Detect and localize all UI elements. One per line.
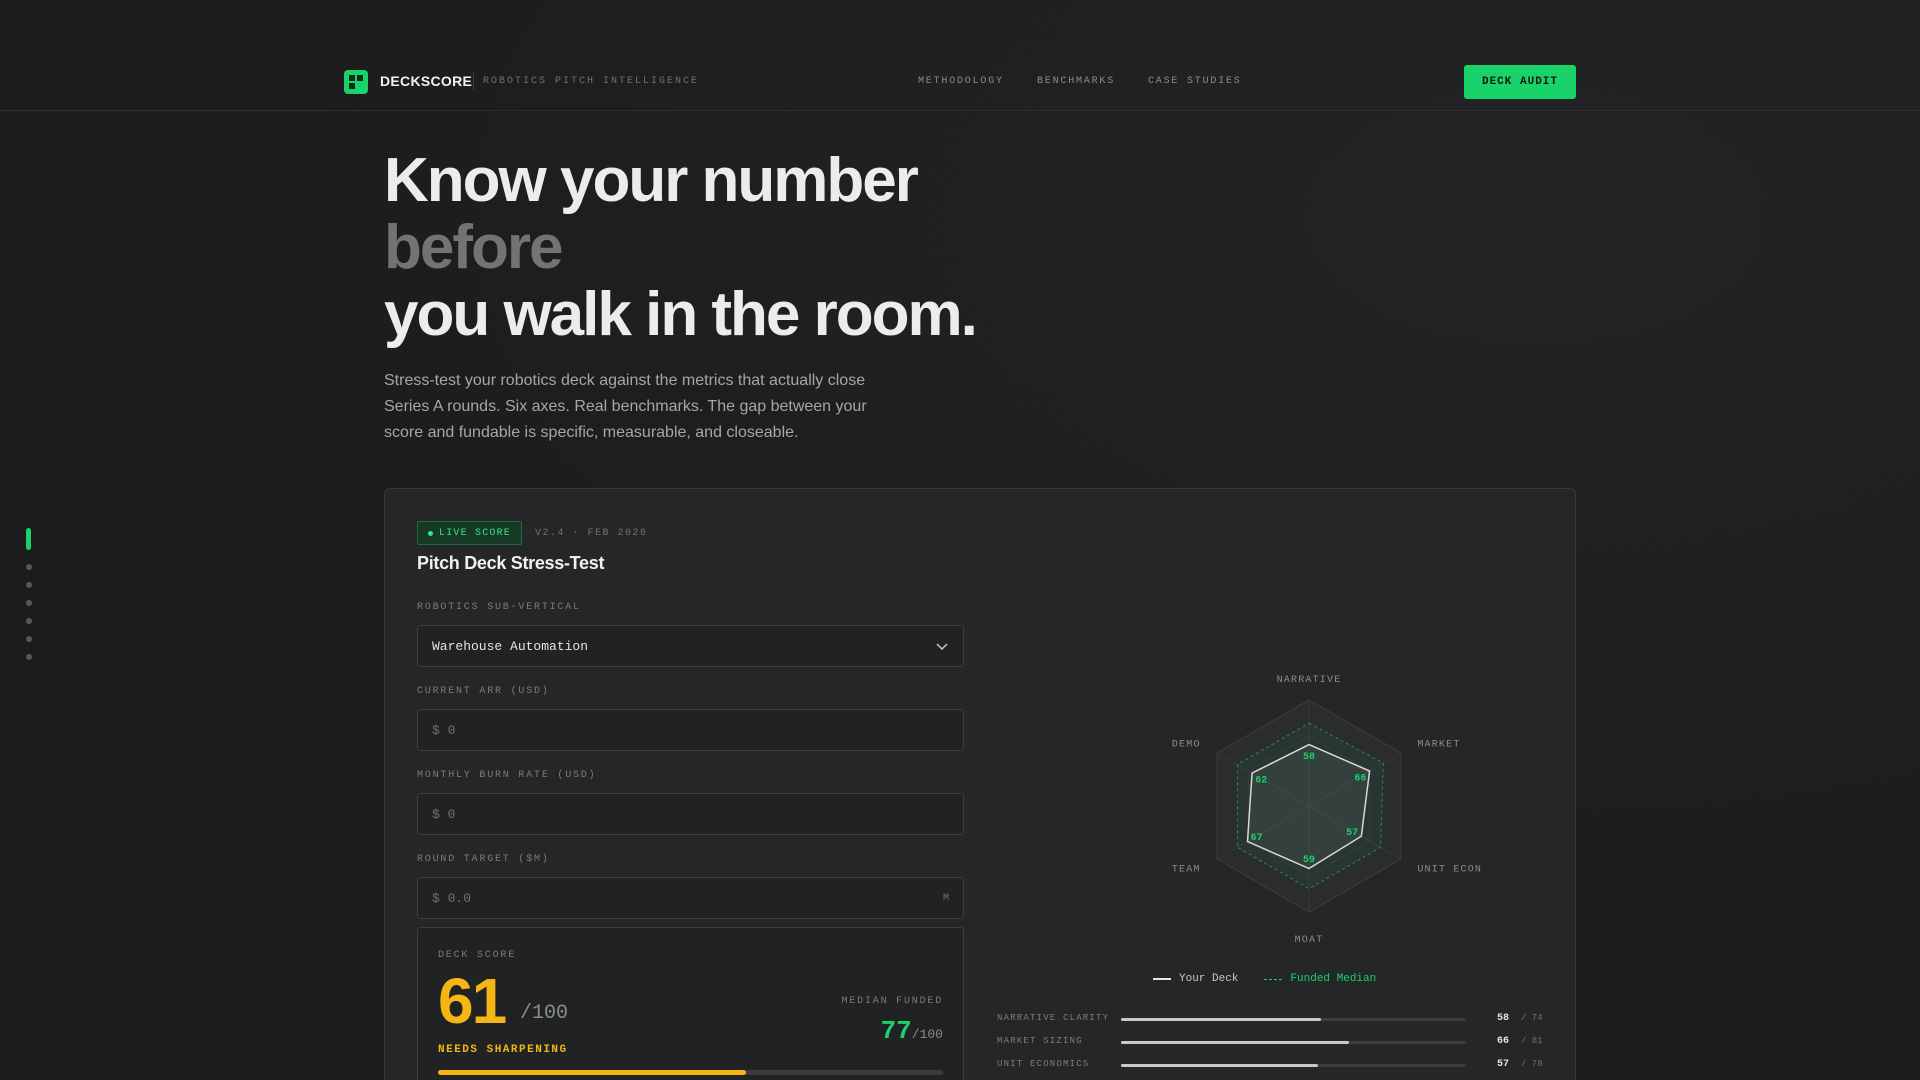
- radar-value-label: 57: [1346, 828, 1358, 839]
- metric-bar-row: NARRATIVE CLARITY 58 / 74: [997, 1013, 1557, 1027]
- stress-test-card: LIVE SCORE V2.4 · FEB 2026 Pitch Deck St…: [384, 488, 1576, 1080]
- score-progress-track: [438, 1070, 943, 1075]
- nav-link-methodology[interactable]: METHODOLOGY: [918, 76, 1004, 87]
- live-score-badge: LIVE SCORE: [417, 521, 523, 545]
- metric-target: / 78: [1521, 1059, 1543, 1069]
- metric-bar-row: UNIT ECONOMICS 57 / 78: [997, 1059, 1557, 1073]
- radar-chart: 58 66 57 59 67 62 NARRATIVE MARKET UNIT ECON MOAT…: [1172, 675, 1482, 946]
- radar-axis-label: NARRATIVE: [1277, 675, 1342, 686]
- metric-bar-fill: [1121, 1064, 1318, 1067]
- legend-your-deck: Your Deck: [1153, 973, 1238, 985]
- radar-axis-label: TEAM: [1172, 865, 1201, 876]
- metric-target: / 74: [1521, 1013, 1543, 1023]
- arr-input[interactable]: $ 0: [417, 709, 964, 751]
- metric-bar-row: MARKET SIZING 66 / 81: [997, 1036, 1557, 1050]
- metric-name: NARRATIVE CLARITY: [997, 1013, 1110, 1023]
- deck-score-status: NEEDS SHARPENING: [438, 1044, 568, 1056]
- subvertical-label: ROBOTICS SUB-VERTICAL: [417, 602, 581, 613]
- section-indicator-active[interactable]: [26, 528, 31, 550]
- hero-lede: Stress-test your robotics deck against t…: [384, 372, 867, 441]
- metric-bar-track: [1121, 1064, 1466, 1067]
- round-label: ROUND TARGET ($M): [417, 854, 550, 865]
- deck-score-panel: DECK SCORE 61 /100 NEEDS SHARPENING MEDI…: [417, 927, 964, 1080]
- section-indicator-dot[interactable]: [26, 564, 32, 570]
- hero-headline-line3: you walk in the room.: [384, 280, 978, 349]
- legend-funded-median-label: Funded Median: [1290, 973, 1377, 985]
- metric-bar-track: [1121, 1018, 1466, 1021]
- nav-link-case-studies[interactable]: CASE STUDIES: [1148, 76, 1242, 87]
- subvertical-select[interactable]: Warehouse Automation: [417, 625, 964, 667]
- radar-value-label: 67: [1251, 833, 1263, 844]
- hero-headline-line2: before: [384, 213, 563, 282]
- metric-value: 58: [1497, 1013, 1510, 1024]
- live-dot-icon: [428, 530, 433, 536]
- median-funded-value: 77: [880, 1016, 912, 1046]
- median-funded-denom: /100: [911, 1027, 943, 1042]
- legend-funded-median: Funded Median: [1264, 973, 1376, 985]
- section-indicator-dot[interactable]: [26, 636, 32, 642]
- deck-score-label: DECK SCORE: [438, 950, 517, 961]
- arr-placeholder: $ 0: [432, 722, 456, 738]
- deck-score-denom: /100: [520, 1002, 569, 1025]
- median-funded-score: 77/100: [881, 1016, 943, 1046]
- live-badge-label: LIVE SCORE: [439, 527, 512, 539]
- metric-target: / 81: [1521, 1036, 1543, 1046]
- nav-link-benchmarks[interactable]: BENCHMARKS: [1037, 76, 1115, 87]
- hero-headline-line1: Know your number: [384, 146, 919, 215]
- section-indicator-dot[interactable]: [26, 618, 32, 624]
- legend-line-white: [1153, 978, 1171, 980]
- radar-axis-label: UNIT ECON: [1417, 865, 1482, 876]
- radar-axis-label: MARKET: [1417, 739, 1460, 750]
- card-title: Pitch Deck Stress-Test: [417, 553, 605, 573]
- radar-legend: Your Deck Funded Median: [1153, 973, 1376, 985]
- metric-name: MARKET SIZING: [997, 1036, 1083, 1046]
- metric-value: 57: [1497, 1059, 1510, 1070]
- score-progress-fill: [438, 1070, 747, 1075]
- radar-axis-label: MOAT: [1295, 935, 1324, 946]
- version-label: V2.4 · FEB 2026: [535, 528, 648, 539]
- metric-value: 66: [1497, 1036, 1510, 1047]
- deck-score-value: 61: [438, 965, 507, 1037]
- brand-name[interactable]: DECKSCORE: [380, 73, 472, 89]
- radar-axis-label: DEMO: [1172, 739, 1201, 750]
- burn-label: MONTHLY BURN RATE (USD): [417, 770, 597, 781]
- round-suffix: M: [942, 892, 949, 904]
- burn-input[interactable]: $ 0: [417, 793, 964, 835]
- chevron-down-icon: [936, 643, 948, 651]
- metric-bar-fill: [1121, 1018, 1322, 1021]
- legend-line-green: [1264, 978, 1283, 980]
- section-indicator-dot[interactable]: [26, 600, 32, 606]
- radar-value-label: 66: [1354, 773, 1366, 784]
- arr-label: CURRENT ARR (USD): [417, 686, 550, 697]
- subvertical-value: Warehouse Automation: [432, 638, 589, 654]
- round-placeholder: $ 0.0: [432, 890, 472, 906]
- metric-name: UNIT ECONOMICS: [997, 1059, 1090, 1069]
- metric-bar-fill: [1121, 1041, 1349, 1044]
- brand-tagline: ROBOTICS PITCH INTELLIGENCE: [483, 76, 700, 87]
- median-funded-label: MEDIAN FUNDED: [841, 996, 943, 1007]
- burn-placeholder: $ 0: [432, 806, 456, 822]
- brand-divider: [473, 72, 474, 90]
- radar-value-label: 59: [1303, 855, 1315, 866]
- section-indicator-dot[interactable]: [26, 582, 32, 588]
- radar-value-label: 58: [1303, 752, 1315, 763]
- radar-value-label: 62: [1255, 775, 1267, 786]
- legend-your-deck-label: Your Deck: [1179, 973, 1239, 985]
- top-nav: DECKSCORE ROBOTICS PITCH INTELLIGENCE ME…: [0, 0, 1920, 111]
- section-indicator-dot[interactable]: [26, 654, 32, 660]
- metric-bar-track: [1121, 1041, 1466, 1044]
- logo-icon[interactable]: [344, 70, 368, 94]
- round-input[interactable]: $ 0.0 M: [417, 877, 964, 919]
- deck-audit-button[interactable]: DECK AUDIT: [1464, 65, 1576, 99]
